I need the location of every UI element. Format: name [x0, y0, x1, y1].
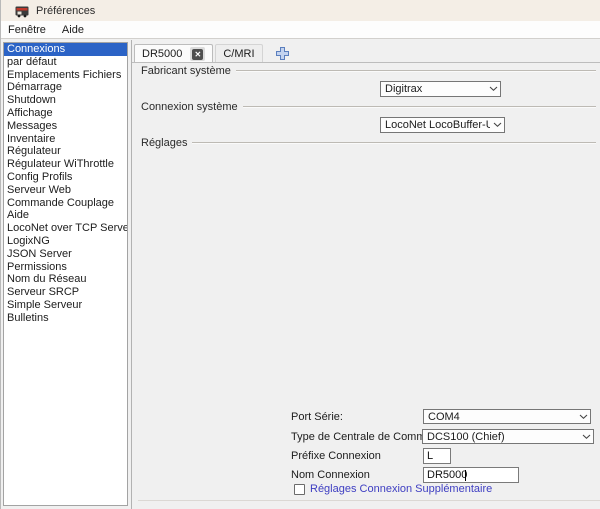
sidebar-item-label: Aide	[7, 209, 30, 222]
section-etch-line	[192, 142, 596, 144]
chevron-down-icon	[486, 86, 500, 92]
connection-name-input[interactable]	[423, 467, 519, 483]
tab-close-button[interactable]: ✕	[190, 47, 206, 61]
close-icon: ✕	[192, 48, 204, 60]
sidebar-item-label: Simple Serveur	[7, 298, 83, 311]
sidebar-item[interactable]: Serveur SRCP	[4, 286, 127, 299]
section-etch-line	[242, 106, 596, 108]
menu-aide[interactable]: Aide	[61, 22, 91, 38]
chevron-down-icon	[576, 414, 590, 420]
sidebar-item[interactable]: LogixNG	[4, 235, 127, 248]
sidebar-item-label: Shutdown	[7, 94, 56, 107]
text-caret	[465, 470, 466, 481]
sidebar-item-label: Messages	[7, 119, 58, 132]
sidebar-item-label: Démarrage	[7, 81, 63, 94]
sidebar-item[interactable]: Serveur Web	[4, 184, 127, 197]
tab-dr5000-label: DR5000	[142, 48, 183, 60]
sidebar-divider	[131, 40, 132, 509]
sidebar-item-label: Serveur Web	[7, 183, 71, 196]
preferences-window: Préférences Fenêtre Aide Connexions par …	[0, 0, 600, 509]
tab-dr5000[interactable]: DR5000 ✕	[134, 44, 214, 63]
sidebar-item-label: JSON Server	[7, 247, 72, 260]
sidebar-item[interactable]: Config Profils	[4, 171, 127, 184]
sidebar-item-label: Permissions	[7, 260, 67, 273]
sidebar-item-label: Emplacements Fichiers	[7, 68, 122, 81]
sidebar-item[interactable]: Régulateur WiThrottle	[4, 158, 127, 171]
window-title: Préférences	[36, 4, 96, 17]
sidebar-item[interactable]: Messages	[4, 120, 127, 133]
preferences-category-list: Connexions par défaut Emplacements Fichi…	[3, 42, 128, 506]
settings-group-bottom-border	[138, 500, 600, 501]
sidebar-item-label: Commande Couplage	[7, 196, 115, 209]
connection-tab-bar: DR5000 ✕ C/MRI	[134, 44, 290, 63]
command-station-combobox[interactable]: DCS100 (Chief)	[422, 429, 594, 444]
sidebar-item[interactable]: JSON Server	[4, 248, 127, 261]
sidebar-item-label: LocoNet over TCP Server	[7, 222, 128, 235]
menu-bar: Fenêtre Aide	[1, 21, 600, 39]
section-fabricant-title: Fabricant système	[141, 65, 231, 77]
sidebar-item[interactable]: Régulateur	[4, 145, 127, 158]
jmri-locomotive-icon	[15, 4, 29, 18]
additional-settings-label[interactable]: Réglages Connexion Supplémentaire	[310, 483, 492, 495]
connection-type-combobox[interactable]: LocoNet LocoBuffer-USB	[380, 117, 505, 133]
chevron-down-icon	[579, 434, 593, 440]
command-station-value: DCS100 (Chief)	[427, 430, 505, 443]
chevron-down-icon	[490, 122, 504, 128]
tab-cmri-label: C/MRI	[223, 48, 255, 60]
manufacturer-combobox[interactable]: Digitrax	[380, 81, 501, 97]
section-connexion-title: Connexion système	[141, 101, 238, 113]
sidebar-item-label: Affichage	[7, 106, 53, 119]
sidebar-item[interactable]: Démarrage	[4, 81, 127, 94]
sidebar-item-label: Connexions	[7, 43, 66, 55]
sidebar-item-label: par défaut	[7, 55, 57, 68]
sidebar-item[interactable]: par défaut	[4, 56, 127, 69]
sidebar-item-label: LogixNG	[7, 234, 50, 247]
section-reglages: Réglages	[141, 137, 596, 149]
sidebar-item[interactable]: Shutdown	[4, 94, 127, 107]
sidebar-item-label: Régulateur WiThrottle	[7, 158, 114, 171]
connection-name-label: Nom Connexion	[291, 469, 370, 481]
sidebar-item[interactable]: Bulletins	[4, 312, 127, 325]
serial-port-combobox[interactable]: COM4	[423, 409, 591, 424]
sidebar-item[interactable]: Nom du Réseau	[4, 273, 127, 286]
prefix-input[interactable]	[423, 448, 451, 464]
additional-settings-checkbox-row: Réglages Connexion Supplémentaire	[294, 483, 492, 495]
sidebar-item[interactable]: Inventaire	[4, 133, 127, 146]
sidebar-item[interactable]: Aide	[4, 209, 127, 222]
sidebar-item[interactable]: Commande Couplage	[4, 197, 127, 210]
sidebar-item-label: Config Profils	[7, 170, 73, 183]
body-area: Connexions par défaut Emplacements Fichi…	[1, 40, 600, 509]
connection-type-value: LocoNet LocoBuffer-USB	[385, 119, 490, 131]
add-tab-button[interactable]	[275, 46, 290, 61]
sidebar-item-label: Régulateur	[7, 145, 61, 158]
prefix-label: Préfixe Connexion	[291, 450, 381, 462]
section-fabricant-systeme: Fabricant système	[141, 65, 596, 77]
section-reglages-title: Réglages	[141, 137, 188, 149]
sidebar-item[interactable]: Connexions	[4, 43, 127, 56]
title-bar: Préférences	[1, 0, 600, 21]
sidebar-item[interactable]: Permissions	[4, 261, 127, 274]
section-etch-line	[235, 70, 596, 72]
sidebar-item-label: Bulletins	[7, 311, 49, 324]
sidebar-item-label: Serveur SRCP	[7, 286, 80, 299]
additional-settings-checkbox[interactable]	[294, 483, 305, 495]
sidebar-item-label: Inventaire	[7, 132, 56, 145]
sidebar-item[interactable]: Emplacements Fichiers	[4, 69, 127, 82]
sidebar-item[interactable]: Affichage	[4, 107, 127, 120]
section-connexion-systeme: Connexion système	[141, 101, 596, 113]
sidebar-item[interactable]: LocoNet over TCP Server	[4, 222, 127, 235]
tab-pane-border	[132, 62, 600, 63]
serial-port-label: Port Série:	[291, 411, 343, 423]
menu-fenetre[interactable]: Fenêtre	[7, 22, 53, 38]
sidebar-item-label: Nom du Réseau	[7, 273, 87, 286]
tab-cmri[interactable]: C/MRI	[215, 44, 263, 63]
manufacturer-value: Digitrax	[385, 83, 423, 95]
sidebar-item[interactable]: Simple Serveur	[4, 299, 127, 312]
serial-port-value: COM4	[428, 410, 460, 423]
